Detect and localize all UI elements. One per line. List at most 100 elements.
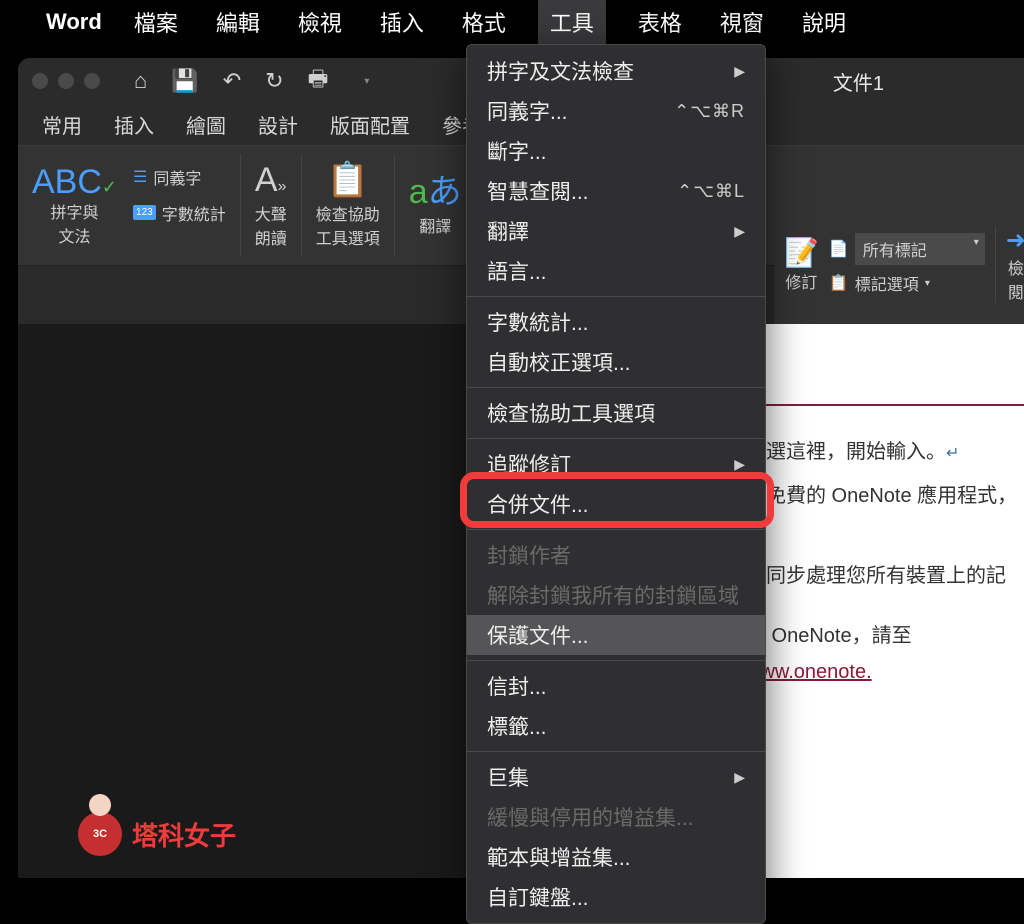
- menu-item[interactable]: 自訂鍵盤...: [467, 877, 765, 917]
- translate-button[interactable]: aあ 翻譯: [395, 154, 477, 257]
- translate-icon: aあ: [409, 175, 462, 209]
- page[interactable]: 點選這裡，開始輸入。↵ 用免費的 OneNote 應用程式，輕 動同步處理您所有…: [734, 324, 1024, 878]
- menu-item[interactable]: 翻譯 ▶: [467, 211, 765, 251]
- menu-item[interactable]: 字數統計...: [467, 302, 765, 342]
- ribbon-review-section: 📝 修訂 📄 所有標記 📋 標記選項▾ ➜ 檢閱: [774, 204, 1024, 324]
- watermark: 3C 塔科女子: [78, 812, 236, 856]
- qat-customize-icon[interactable]: ▾: [364, 76, 369, 87]
- doc-text-line: 用免費的 OneNote 應用程式，輕: [746, 478, 1024, 550]
- menu-item[interactable]: 智慧查閱... ⌃⌥⌘L: [467, 171, 765, 211]
- watermark-avatar-icon: 3C: [78, 812, 122, 856]
- zoom-button[interactable]: [84, 73, 100, 89]
- menu-tools[interactable]: 工具: [538, 0, 606, 48]
- home-icon[interactable]: ⌂: [134, 68, 147, 94]
- menu-item[interactable]: 標籤...: [467, 706, 765, 746]
- menu-item-label: 字數統計...: [487, 307, 589, 337]
- menu-window[interactable]: 視窗: [714, 2, 770, 42]
- close-button[interactable]: [32, 73, 48, 89]
- menu-separator: [467, 660, 765, 661]
- menu-view[interactable]: 檢視: [292, 2, 348, 42]
- menu-item-label: 斷字...: [487, 136, 547, 166]
- doc-text-line: 點選這裡，開始輸入。↵: [746, 434, 1024, 470]
- menu-shortcut: ⌃⌥⌘L: [677, 181, 745, 202]
- submenu-arrow-icon: ▶: [734, 456, 745, 473]
- track-changes-button[interactable]: 📝 修訂: [784, 236, 819, 293]
- word-count-button[interactable]: 123 字數統計: [133, 201, 226, 225]
- abc-check-icon: ABC✓: [32, 165, 117, 199]
- menu-item-label: 拼字及文法檢查: [487, 56, 634, 86]
- menu-item[interactable]: 自動校正選項...: [467, 342, 765, 382]
- tab-design[interactable]: 設計: [258, 110, 298, 139]
- menu-item-label: 巨集: [487, 762, 529, 792]
- menu-item[interactable]: 信封...: [467, 666, 765, 706]
- menu-item-label: 智慧查閱...: [487, 176, 589, 206]
- watermark-text: 塔科女子: [132, 816, 236, 853]
- menu-help[interactable]: 說明: [796, 2, 852, 42]
- menu-item[interactable]: 斷字...: [467, 131, 765, 171]
- submenu-arrow-icon: ▶: [734, 769, 745, 786]
- menu-item[interactable]: 拼字及文法檢查 ▶: [467, 51, 765, 91]
- thesaurus-button[interactable]: ☰ 同義字: [133, 165, 201, 189]
- menu-item[interactable]: 同義字...⌃⌥⌘R: [467, 91, 765, 131]
- read-aloud-icon: A»: [255, 163, 287, 197]
- menu-item: 封鎖作者: [467, 535, 765, 575]
- minimize-button[interactable]: [58, 73, 74, 89]
- undo-icon[interactable]: ↶: [223, 68, 241, 94]
- wordcount-icon: 123: [133, 205, 156, 220]
- menu-item[interactable]: 合併文件...: [467, 484, 765, 524]
- menu-item-label: 封鎖作者: [487, 540, 571, 570]
- menu-item-label: 語言...: [487, 256, 547, 286]
- print-icon[interactable]: 🖶: [308, 62, 329, 100]
- menu-item[interactable]: 巨集 ▶: [467, 757, 765, 797]
- menu-item[interactable]: 範本與增益集...: [467, 837, 765, 877]
- menu-format[interactable]: 格式: [456, 2, 512, 42]
- review-pane-icon: ➜: [1006, 226, 1024, 255]
- mac-menubar: Word 檔案 編輯 檢視 插入 格式 工具 表格 視窗 說明: [0, 0, 1024, 44]
- menu-item-label: 標籤...: [487, 711, 547, 741]
- save-icon[interactable]: 💾: [171, 68, 198, 94]
- tab-draw[interactable]: 繪圖: [186, 110, 226, 139]
- submenu-arrow-icon: ▶: [734, 223, 745, 240]
- menu-separator: [467, 751, 765, 752]
- app-name[interactable]: Word: [46, 9, 102, 35]
- menu-item-label: 緩慢與停用的增益集...: [487, 802, 694, 832]
- menu-item-label: 範本與增益集...: [487, 842, 631, 872]
- menu-insert[interactable]: 插入: [374, 2, 430, 42]
- menu-item[interactable]: 保護文件...: [467, 615, 765, 655]
- read-aloud-button[interactable]: A» 大聲 朗讀: [241, 154, 302, 257]
- spelling-grammar-button[interactable]: ABC✓ 拼字與 文法: [32, 165, 117, 247]
- accessibility-button[interactable]: 📋 檢查協助 工具選項: [302, 154, 395, 257]
- redo-icon[interactable]: ↻: [265, 68, 283, 94]
- doc-text-line: 動同步處理您所有裝置上的記: [746, 558, 1024, 594]
- menu-separator: [467, 438, 765, 439]
- menu-item: 緩慢與停用的增益集...: [467, 797, 765, 837]
- menu-item: 解除封鎖我所有的封鎖區域: [467, 575, 765, 615]
- doc-text-line: 得 OneNote，請至 www.onenote.: [746, 618, 1024, 690]
- menu-item-label: 同義字...: [487, 96, 568, 126]
- accessibility-icon: 📋: [327, 163, 369, 197]
- menu-item[interactable]: 追蹤修訂 ▶: [467, 444, 765, 484]
- menu-item-label: 翻譯: [487, 216, 529, 246]
- thesaurus-icon: ☰: [133, 167, 147, 187]
- ruler-line: [730, 404, 1024, 406]
- menu-item[interactable]: 語言...: [467, 251, 765, 291]
- menu-item-label: 檢查協助工具選項: [487, 398, 655, 428]
- menu-item-label: 解除封鎖我所有的封鎖區域: [487, 580, 739, 610]
- menu-item-label: 追蹤修訂: [487, 449, 571, 479]
- tab-home[interactable]: 常用: [42, 110, 82, 139]
- markup-select[interactable]: 所有標記: [855, 233, 985, 265]
- menu-item-label: 合併文件...: [487, 489, 589, 519]
- menu-table[interactable]: 表格: [632, 2, 688, 42]
- markup-options-button[interactable]: 📋 標記選項▾: [829, 271, 985, 295]
- menu-file[interactable]: 檔案: [128, 2, 184, 42]
- traffic-lights: [32, 73, 100, 89]
- tab-layout[interactable]: 版面配置: [330, 110, 410, 139]
- menu-item[interactable]: 檢查協助工具選項: [467, 393, 765, 433]
- review-pane-button[interactable]: ➜ 檢閱: [995, 226, 1024, 303]
- markup-options-icon: 📋: [829, 273, 849, 293]
- menu-edit[interactable]: 編輯: [210, 2, 266, 42]
- submenu-arrow-icon: ▶: [734, 63, 745, 80]
- tab-insert[interactable]: 插入: [114, 110, 154, 139]
- tools-dropdown: 拼字及文法檢查 ▶ 同義字...⌃⌥⌘R 斷字... 智慧查閱... ⌃⌥⌘L 翻譯 ▶ 語言.…: [466, 44, 766, 924]
- menu-separator: [467, 529, 765, 530]
